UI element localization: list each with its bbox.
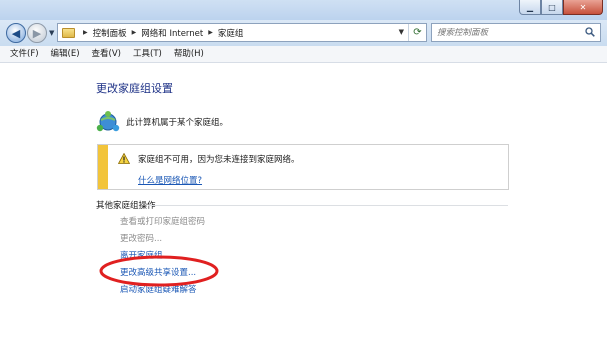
breadcrumb-separator-icon[interactable]: ▶ [208,29,213,36]
search-input[interactable] [437,27,577,38]
refresh-icon[interactable]: ⟳ [408,24,426,41]
menu-view[interactable]: 查看(V) [86,47,127,62]
breadcrumb: ▶ 控制面板 ▶ 网络和 Internet ▶ 家庭组 [78,27,243,39]
recent-pages-dropdown[interactable]: ▼ [49,29,54,37]
forward-button[interactable]: ▶ [27,23,47,43]
menu-bar: 文件(F) 编辑(E) 查看(V) 工具(T) 帮助(H) [0,46,607,63]
control-panel-folder-icon [62,27,75,38]
breadcrumb-control-panel[interactable]: 控制面板 [93,27,127,39]
window-controls: ▁ □ ✕ [519,0,603,15]
address-toolbar: ◀ ▶ ▼ ▶ 控制面板 ▶ 网络和 Internet ▶ 家庭组 ▼ ⟳ [0,20,607,46]
back-button[interactable]: ◀ [6,23,26,43]
menu-edit[interactable]: 编辑(E) [45,47,86,62]
menu-help[interactable]: 帮助(H) [168,47,210,62]
close-button[interactable]: ✕ [563,0,603,15]
annotation-ellipse [99,255,219,287]
maximize-button[interactable]: □ [541,0,563,15]
back-arrow-icon: ◀ [11,26,21,40]
minimize-button[interactable]: ▁ [519,0,541,15]
menu-file[interactable]: 文件(F) [4,47,45,62]
menu-tools[interactable]: 工具(T) [127,47,168,62]
breadcrumb-homegroup[interactable]: 家庭组 [218,27,244,39]
forward-arrow-icon: ▶ [32,26,42,40]
address-dropdown-icon[interactable]: ▼ [399,28,404,36]
address-bar[interactable]: ▶ 控制面板 ▶ 网络和 Internet ▶ 家庭组 ▼ ⟳ [57,23,427,42]
main-content: 更改家庭组设置 此计算机属于某个家庭组。 家庭组不可用，因为您未连接到家庭网络。… [0,63,607,341]
breadcrumb-separator-icon[interactable]: ▶ [132,29,137,36]
breadcrumb-network-internet[interactable]: 网络和 Internet [141,27,203,39]
title-bar: ▁ □ ✕ [0,0,607,20]
search-box[interactable] [431,23,601,42]
breadcrumb-separator-icon[interactable]: ▶ [83,29,88,36]
search-icon[interactable] [585,27,595,37]
